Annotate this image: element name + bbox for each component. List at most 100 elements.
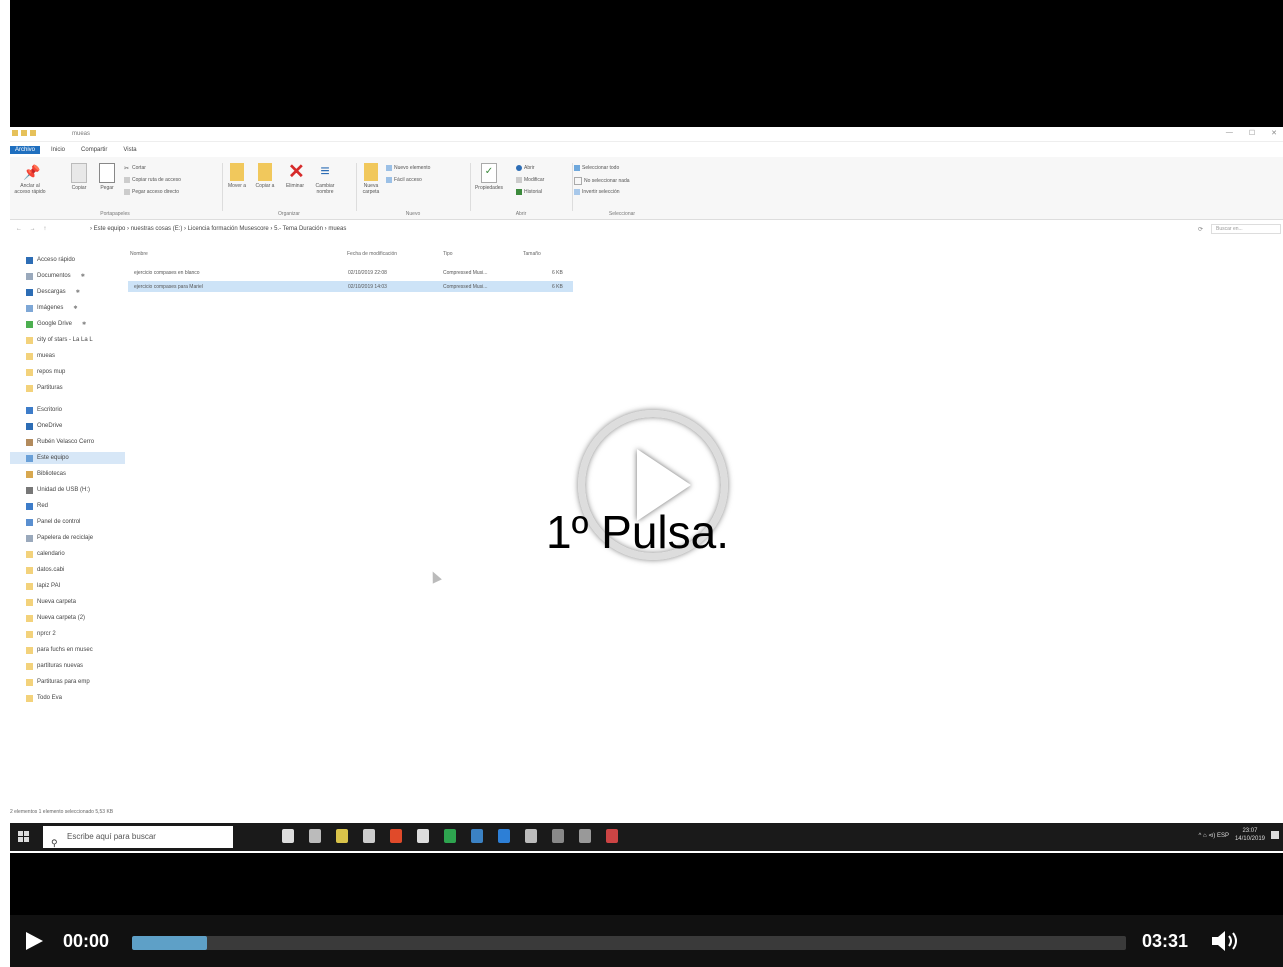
cloud-icon <box>26 422 33 430</box>
windows-start-icon[interactable] <box>18 831 30 843</box>
drive-icon <box>26 320 33 328</box>
invert-selection-button[interactable]: Invertir selección <box>574 189 620 195</box>
nav-item[interactable]: repos mup <box>26 366 65 378</box>
open-button[interactable]: Abrir <box>516 165 535 171</box>
nav-arrows[interactable]: ← → ↑ <box>16 226 49 232</box>
tab-vista[interactable]: Vista <box>118 146 141 154</box>
video-frame[interactable]: mueas — ☐ ✕ Archivo Inicio Compartir Vis… <box>10 127 1283 853</box>
taskbar-app-icon[interactable] <box>282 829 294 843</box>
taskbar-app-icon[interactable] <box>417 829 429 843</box>
new-folder-icon <box>364 163 378 181</box>
cut-button[interactable]: ✂ Cortar <box>124 165 146 172</box>
select-all-button[interactable]: Seleccionar todo <box>574 165 619 171</box>
nav-item[interactable]: Red <box>26 500 48 512</box>
nav-item[interactable]: Google Drive ✱ <box>26 318 86 330</box>
ribbon-group-abrir: ✓ Propiedades Abrir Modificar Historial … <box>472 161 570 217</box>
select-none-button[interactable]: No seleccionar nada <box>574 177 630 185</box>
column-header-name[interactable]: Nombre <box>130 251 148 257</box>
pin-quick-access-button[interactable]: 📌 Anclar al acceso rápido <box>14 163 46 195</box>
close-button[interactable]: ✕ <box>1271 129 1277 137</box>
taskbar-app-icon[interactable] <box>498 829 510 843</box>
taskbar-app-icon[interactable] <box>363 829 375 843</box>
new-folder-button[interactable]: Nueva carpeta <box>358 163 384 195</box>
taskbar-app-icon[interactable] <box>309 829 321 843</box>
delete-button[interactable]: ✕ Eliminar <box>282 162 308 189</box>
refresh-icon[interactable]: ⟳ <box>1198 226 1203 233</box>
minimize-button[interactable]: — <box>1226 129 1233 137</box>
clock[interactable]: 23:07 14/10/2019 <box>1235 827 1265 843</box>
taskbar-app-icon[interactable] <box>471 829 483 843</box>
column-header-date[interactable]: Fecha de modificación <box>347 251 397 257</box>
column-header-type[interactable]: Tipo <box>443 251 453 257</box>
nav-item[interactable]: partituras nuevas <box>26 660 83 672</box>
taskbar-app-icon[interactable] <box>390 829 402 843</box>
edit-button[interactable]: Modificar <box>516 177 544 183</box>
easy-access-icon <box>386 177 392 183</box>
file-row[interactable]: ejercicio compases en blanco 02/10/2019 … <box>128 267 573 278</box>
easy-access-button[interactable]: Fácil acceso <box>386 177 422 183</box>
maximize-button[interactable]: ☐ <box>1249 129 1255 137</box>
nav-item[interactable]: Nueva carpeta <box>26 596 76 608</box>
taskbar-app-icon[interactable] <box>444 829 456 843</box>
nav-item[interactable]: Escritorio <box>26 404 62 416</box>
history-button[interactable]: Historial <box>516 189 542 195</box>
nav-item[interactable]: Papelera de reciclaje <box>26 532 93 544</box>
nav-item[interactable]: Descargas ✱ <box>26 286 80 298</box>
taskbar-app-icon[interactable] <box>336 829 348 843</box>
nav-item[interactable]: Acceso rápido <box>26 254 75 266</box>
tab-inicio[interactable]: Inicio <box>46 146 70 154</box>
nav-item[interactable]: OneDrive <box>26 420 62 432</box>
move-to-button[interactable]: Mover a <box>224 163 250 189</box>
nav-item[interactable]: Este equipo <box>10 452 125 464</box>
tab-compartir[interactable]: Compartir <box>76 146 112 154</box>
nav-item[interactable]: Documentos ✱ <box>26 270 85 282</box>
rename-icon: ≡ <box>320 163 330 180</box>
nav-item[interactable]: nprcr 2 <box>26 628 56 640</box>
copy-folder-icon <box>258 163 272 181</box>
file-row-selected[interactable]: ejercicio compases para Mariel 02/10/201… <box>128 281 573 292</box>
nav-item[interactable]: Bibliotecas <box>26 468 66 480</box>
volume-icon[interactable] <box>1210 929 1244 953</box>
nav-item[interactable]: Nueva carpeta (2) <box>26 612 85 624</box>
notifications-icon[interactable] <box>1271 831 1279 839</box>
tray-icons[interactable]: ^ ⌂ ⊲) ESP <box>1198 832 1228 839</box>
recycle-bin-icon <box>26 534 33 542</box>
copy-button[interactable]: Copiar <box>66 163 92 191</box>
select-all-icon <box>574 165 580 171</box>
taskbar-app-icon[interactable] <box>525 829 537 843</box>
nav-item[interactable]: Partituras para emp <box>26 676 90 688</box>
tab-archivo[interactable]: Archivo <box>10 146 41 154</box>
nav-item[interactable]: para fuchs en musec <box>26 644 93 656</box>
folder-icon <box>26 566 33 574</box>
copy-to-button[interactable]: Copiar a <box>252 163 278 189</box>
taskbar-app-icon[interactable] <box>552 829 564 843</box>
nav-item[interactable]: city of stars - La La L <box>26 334 93 346</box>
breadcrumb[interactable]: › Este equipo › nuestras cosas (E:) › Li… <box>90 226 346 232</box>
nav-item[interactable]: Rubén Velasco Cerro <box>26 436 94 448</box>
copy-path-button[interactable]: Copiar ruta de acceso <box>124 177 181 183</box>
current-time: 00:00 <box>63 931 110 951</box>
paste-shortcut-icon <box>124 189 130 195</box>
nav-item[interactable]: Imágenes ✱ <box>26 302 78 314</box>
paste-button[interactable]: Pegar <box>94 163 120 191</box>
paste-shortcut-button[interactable]: Pegar acceso directo <box>124 189 179 195</box>
quick-access-toolbar <box>12 130 36 136</box>
rename-button[interactable]: ≡ Cambiar nombre <box>312 163 338 195</box>
taskbar-app-icon[interactable] <box>579 829 591 843</box>
seek-bar[interactable] <box>132 936 1126 950</box>
taskbar-search-input[interactable]: ⚲ Escribe aquí para buscar <box>43 826 233 848</box>
properties-button[interactable]: ✓ Propiedades <box>472 163 506 191</box>
play-icon[interactable] <box>26 932 43 950</box>
nav-item[interactable]: datos.cabi <box>26 564 64 576</box>
nav-item[interactable]: Unidad de USB (H:) <box>26 484 90 496</box>
nav-item[interactable]: Panel de control <box>26 516 80 528</box>
column-header-size[interactable]: Tamaño <box>523 251 541 257</box>
nav-item[interactable]: calendario <box>26 548 65 560</box>
taskbar-app-icon[interactable] <box>606 829 618 843</box>
search-input[interactable]: Buscar en... <box>1211 224 1281 234</box>
nav-item[interactable]: Partituras <box>26 382 63 394</box>
nav-item[interactable]: lapiz PAI <box>26 580 60 592</box>
new-item-button[interactable]: Nuevo elemento <box>386 165 430 171</box>
nav-item[interactable]: mueas <box>26 350 55 362</box>
nav-item[interactable]: Todo Eva <box>26 692 62 704</box>
